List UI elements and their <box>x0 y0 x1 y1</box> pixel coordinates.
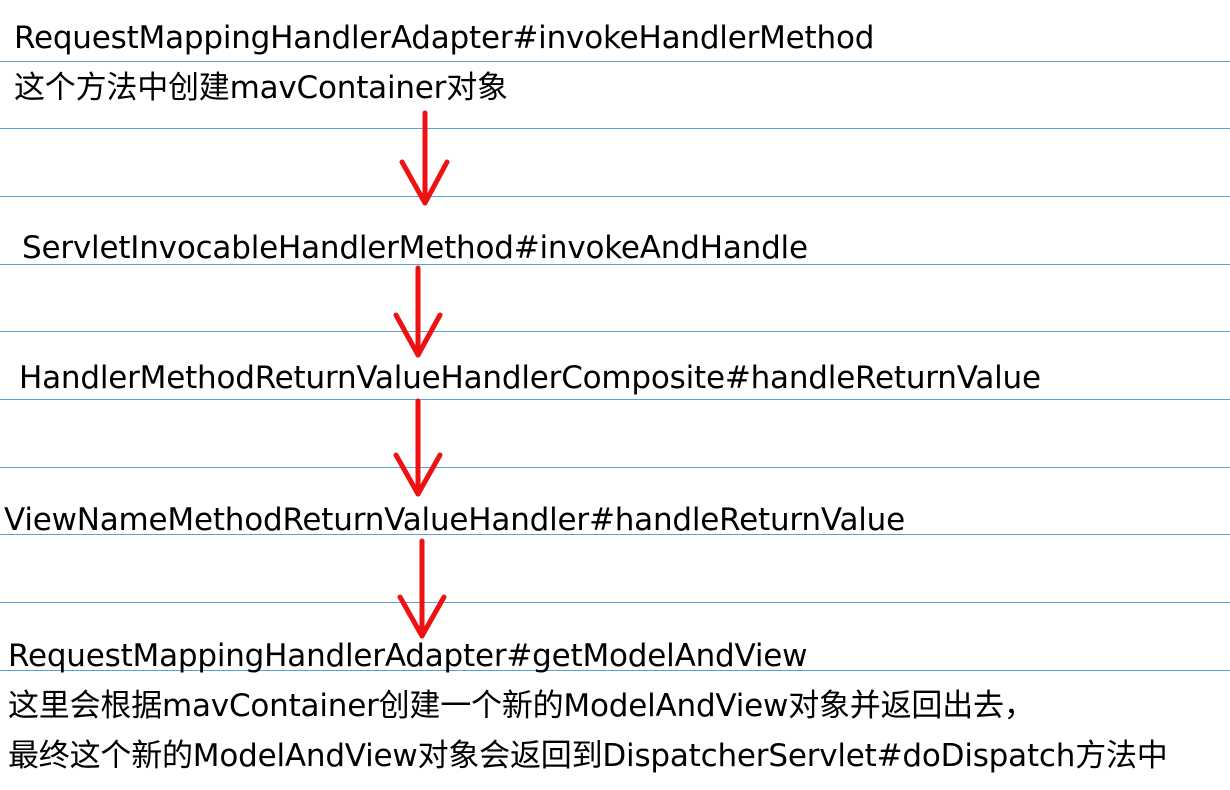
down-arrow-icon <box>397 538 447 639</box>
flow-arrows <box>393 110 450 639</box>
down-arrow-icon <box>393 398 443 497</box>
down-arrow-icon <box>393 265 443 358</box>
down-arrow-icon <box>399 110 450 206</box>
